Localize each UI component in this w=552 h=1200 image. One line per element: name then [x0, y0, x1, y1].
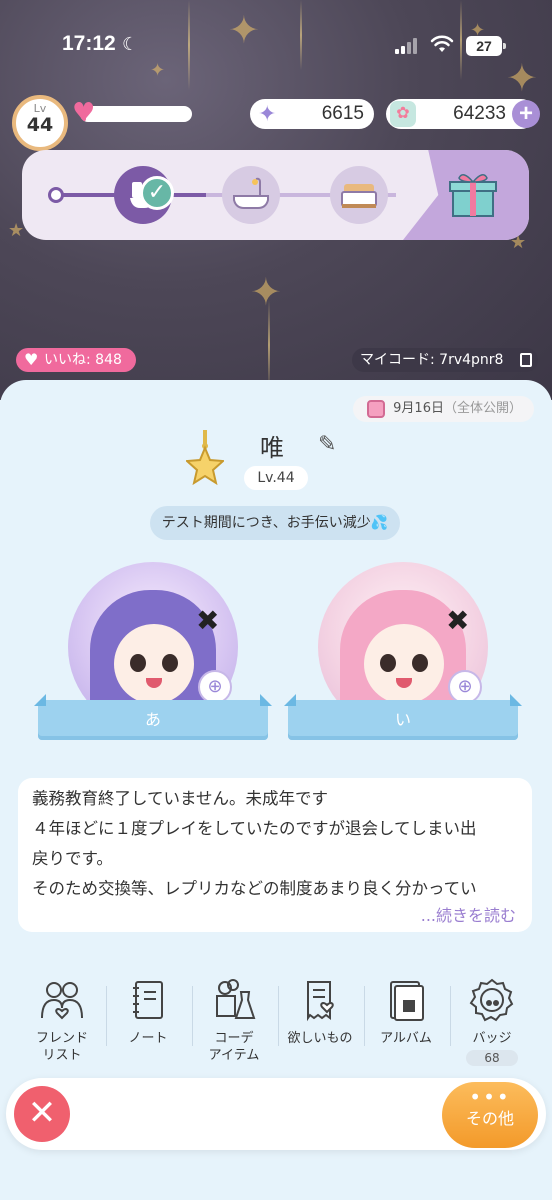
progress-start-dot	[48, 187, 64, 203]
notebook-icon	[133, 981, 163, 1019]
bow-icon: ✖	[196, 604, 220, 637]
menu-outfit-items[interactable]: コーデ アイテム	[192, 978, 276, 1068]
zoom-icon[interactable]: ⊕	[198, 670, 232, 704]
star-count: 6615	[321, 103, 364, 124]
likes-pill[interactable]: ♥ いいね: 848	[16, 348, 136, 372]
heart-icon: ♥	[72, 98, 96, 128]
outfit-icon	[216, 979, 256, 1019]
player-name: 唯	[260, 434, 284, 462]
badge-icon	[469, 978, 514, 1022]
menu-wishlist[interactable]: 欲しいもの	[278, 978, 362, 1068]
coin-currency: ✿ 64233 +	[386, 99, 540, 129]
gift-box-icon[interactable]	[447, 168, 499, 220]
birthday-visibility: （全体公開）	[443, 401, 522, 416]
check-icon: ✓	[140, 176, 174, 210]
more-dots-icon: •••	[469, 1085, 511, 1109]
menu-label: コーデ アイテム	[208, 1031, 260, 1063]
zoom-icon[interactable]: ⊕	[448, 670, 482, 704]
my-code-pill[interactable]: マイコード: 7rv4pnr8	[352, 348, 538, 372]
add-coins-button[interactable]: +	[512, 100, 540, 128]
daily-progress-panel: ✓	[22, 150, 529, 240]
birthday-pill: 9月16日（全体公開）	[353, 396, 534, 422]
heart-icon: ♥	[24, 350, 39, 369]
menu-label: アルバム	[380, 1031, 432, 1046]
bio-box[interactable]: 義務教育終了していません。未成年です ４年ほどに１度プレイをしていたのですが退会…	[18, 778, 532, 932]
menu-label: フレンド リスト	[35, 1031, 88, 1063]
signal-icon	[395, 38, 421, 54]
other-button-label: その他	[465, 1109, 514, 1128]
avatar-card-2[interactable]: ✖ ⊕ い	[288, 562, 518, 752]
menu-label: 欲しいもの	[287, 1031, 353, 1046]
menu-badges[interactable]: バッジ 68	[450, 978, 534, 1068]
player-level-pill: Lv.44	[244, 466, 308, 490]
toilet-step-icon[interactable]: ✓	[114, 166, 174, 224]
light-ray	[268, 300, 270, 390]
bathtub-icon	[233, 177, 269, 209]
copy-icon[interactable]	[520, 353, 532, 367]
other-button[interactable]: ••• その他	[442, 1082, 538, 1148]
status-message: テスト期間につき、お手伝い減少💦	[150, 506, 400, 540]
menu-note[interactable]: ノート	[106, 978, 190, 1068]
profile-menu: フレンド リスト ノート コーデ アイテム 欲しいもの アルバム バッジ 68	[20, 978, 534, 1068]
friends-icon	[41, 982, 83, 1020]
bed-icon	[341, 184, 377, 208]
sparkle-icon: ✦	[250, 270, 282, 314]
flower-coin-icon: ✿	[390, 101, 416, 127]
album-icon	[390, 981, 424, 1021]
avatar-name-ribbon: あ	[38, 700, 268, 740]
close-button[interactable]: ✕	[14, 1086, 70, 1142]
bow-icon: ✖	[446, 604, 470, 637]
menu-label: バッジ	[472, 1031, 512, 1046]
menu-friend-list[interactable]: フレンド リスト	[20, 978, 104, 1068]
cake-icon	[367, 400, 386, 418]
bed-step-icon[interactable]	[330, 166, 388, 224]
profile-card: 9月16日（全体公開） 唯 ✎ Lv.44 テスト期間につき、お手伝い減少💦 ✖…	[0, 380, 552, 1200]
bio-line: 義務教育終了していません。未成年です	[32, 789, 329, 808]
bio-line: 戻りです。	[32, 849, 113, 868]
likes-label: いいね: 848	[44, 352, 122, 368]
edit-pencil-icon[interactable]: ✎	[318, 432, 336, 457]
moon-icon: ☾	[122, 34, 139, 55]
bottom-action-bar: ✕ ••• その他	[6, 1078, 546, 1150]
avatar-face	[364, 624, 444, 704]
star-currency: ✦ 6615	[250, 99, 374, 129]
star-icon: ✦	[258, 101, 277, 126]
battery-indicator: 27	[466, 36, 506, 56]
bio-line: そのため交換等、レプリカなどの制度あまり良く分かってい	[32, 879, 477, 898]
wishlist-icon	[307, 981, 334, 1022]
level-number: 44	[26, 114, 54, 136]
wifi-icon	[430, 35, 454, 52]
avatar-card-1[interactable]: ✖ ⊕ あ	[38, 562, 268, 752]
avatar-face	[114, 624, 194, 704]
status-bar: 17:12 ☾ 27	[0, 28, 552, 64]
bio-line: ４年ほどに１度プレイをしていたのですが退会してしまい出	[32, 819, 477, 838]
star-medal-icon	[186, 430, 224, 486]
player-level-badge[interactable]: Lv 44	[12, 95, 68, 151]
my-code-label: マイコード: 7rv4pnr8	[360, 352, 504, 368]
avatar-name-ribbon: い	[288, 700, 518, 740]
badge-count: 68	[466, 1050, 518, 1066]
menu-album[interactable]: アルバム	[364, 978, 448, 1068]
birthday-date: 9月16日	[393, 401, 444, 416]
status-time: 17:12	[62, 32, 116, 55]
menu-label: ノート	[128, 1031, 168, 1046]
sparkle-icon: ★	[8, 220, 25, 241]
coin-count: 64233	[453, 103, 506, 124]
read-more-link[interactable]: ...続きを読む	[412, 902, 516, 926]
bath-step-icon[interactable]	[222, 166, 280, 224]
